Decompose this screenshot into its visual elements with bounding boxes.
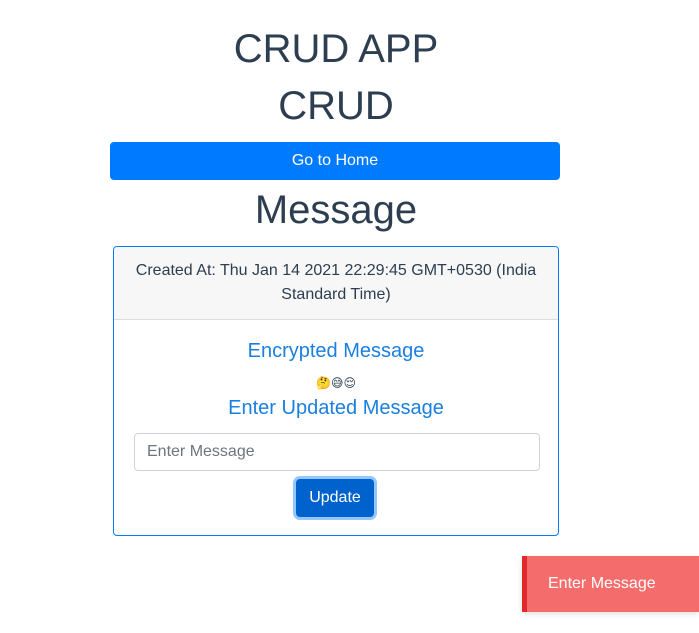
message-input[interactable] xyxy=(134,433,540,471)
app-title: CRUD APP xyxy=(233,27,439,71)
encrypted-message-title: Encrypted Message xyxy=(247,340,425,362)
go-to-home-button[interactable]: Go to Home xyxy=(110,142,560,180)
page-subtitle: CRUD xyxy=(278,84,394,128)
enter-updated-message-title: Enter Updated Message xyxy=(228,397,444,419)
created-at-text: Created At: Thu Jan 14 2021 22:29:45 GMT… xyxy=(135,262,537,303)
card-body: Encrypted Message 🤔😅😌 Enter Updated Mess… xyxy=(114,320,558,535)
update-button[interactable]: Update xyxy=(296,479,374,517)
section-title: Message xyxy=(254,188,418,232)
encrypted-message-content: 🤔😅😌 xyxy=(316,376,356,390)
toast-message: Enter Message xyxy=(548,575,656,592)
message-card: Created At: Thu Jan 14 2021 22:29:45 GMT… xyxy=(113,246,559,536)
page: CRUD APP CRUD Go to Home Message Created… xyxy=(0,0,699,633)
card-header: Created At: Thu Jan 14 2021 22:29:45 GMT… xyxy=(114,247,558,320)
error-toast: Enter Message xyxy=(522,556,699,612)
